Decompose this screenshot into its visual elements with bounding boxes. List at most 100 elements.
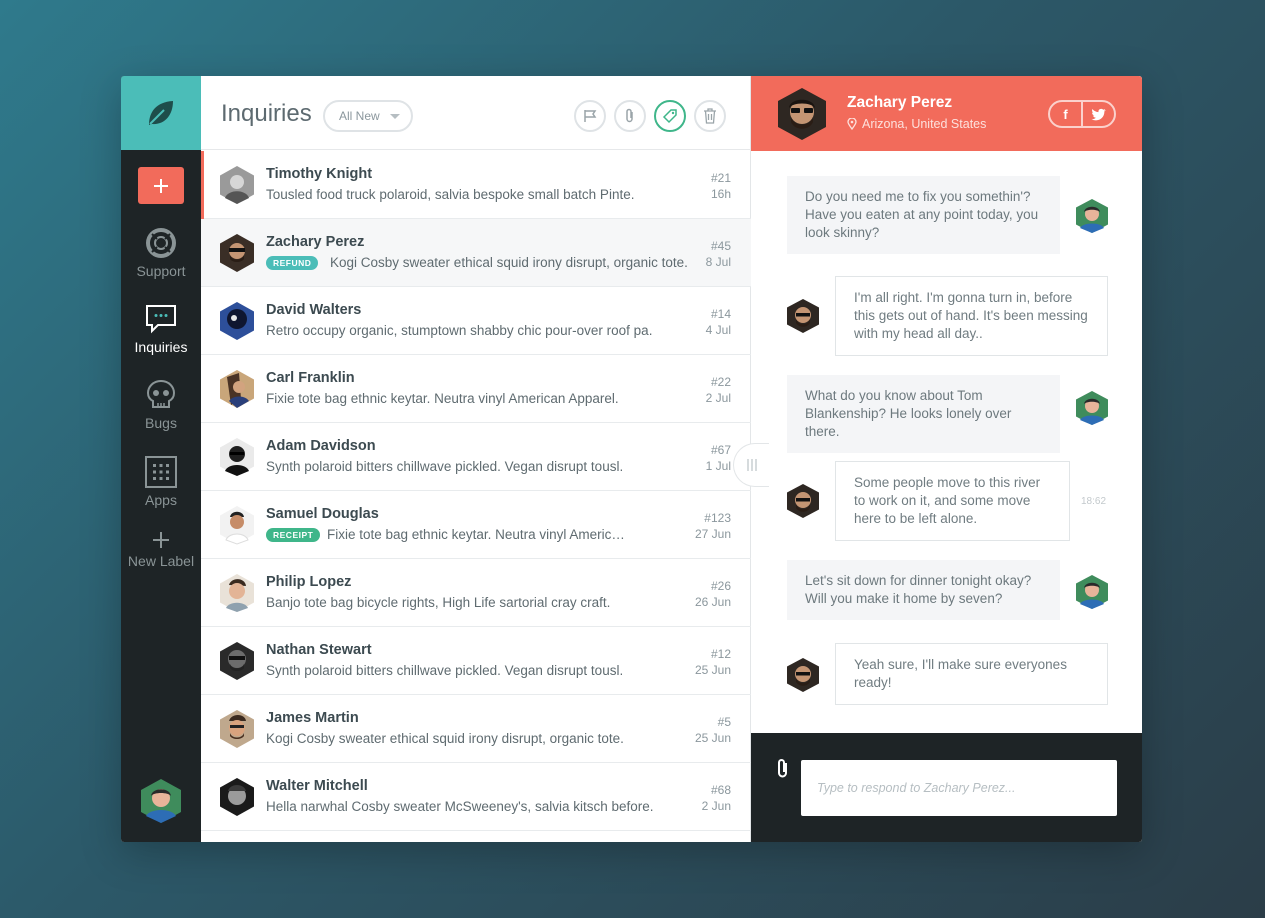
message-bubble-incoming: Some people move to this river to work o… — [835, 461, 1070, 541]
list-item[interactable]: David Walters Retro occupy organic, stum… — [201, 287, 751, 355]
facebook-button[interactable]: f — [1050, 102, 1083, 126]
ticket-date: 26 Jun — [694, 595, 731, 609]
panel-resize-handle[interactable] — [733, 443, 769, 487]
ticket-number: #12 — [710, 647, 731, 661]
lifebuoy-icon — [146, 228, 176, 258]
avatar — [220, 438, 254, 476]
trash-icon — [704, 108, 716, 124]
sidebar-item-label: Apps — [145, 492, 177, 508]
list-item[interactable]: Carl Franklin Fixie tote bag ethnic keyt… — [201, 355, 751, 423]
ticket-number: #67 — [710, 443, 731, 457]
page-title: Inquiries — [221, 100, 312, 127]
message-bubble-outgoing: Let's sit down for dinner tonight okay? … — [787, 560, 1060, 620]
paperclip-icon — [778, 759, 787, 778]
message-snippet: Fixie tote bag ethnic keytar. Neutra vin… — [266, 391, 619, 406]
sidebar-item-inquiries[interactable]: Inquiries — [121, 303, 201, 355]
chat-bubble-icon — [146, 305, 176, 334]
avatar — [220, 302, 254, 340]
list-item[interactable]: Zachary Perez REFUND Kogi Cosby sweater … — [201, 219, 751, 287]
ticket-date: 4 Jul — [705, 323, 731, 337]
sidebar-item-label: Support — [136, 263, 186, 279]
leaf-icon — [149, 101, 173, 125]
attach-file-button[interactable] — [775, 758, 791, 785]
avatar — [220, 710, 254, 748]
sender-name: Zachary Perez — [266, 234, 365, 250]
sidebar-item-label: Inquiries — [134, 339, 188, 355]
list-item[interactable]: Adam Davidson Synth polaroid bitters chi… — [201, 423, 751, 491]
avatar[interactable] — [140, 778, 182, 824]
attach-button[interactable] — [614, 100, 646, 132]
message-snippet: Tousled food truck polaroid, salvia besp… — [266, 187, 635, 202]
avatar — [220, 234, 254, 272]
message-bubble-incoming: Yeah sure, I'll make sure everyones read… — [835, 643, 1108, 705]
reply-input[interactable] — [801, 760, 1117, 816]
message-snippet: Retro occupy organic, stumptown shabby c… — [266, 323, 653, 338]
skull-icon — [146, 379, 176, 408]
ticket-date: 8 Jul — [705, 255, 731, 269]
filter-dropdown[interactable]: All New — [323, 100, 413, 132]
ticket-number: #26 — [710, 579, 731, 593]
conversation-header: Zachary Perez Arizona, United States f — [751, 76, 1142, 151]
sidebar-item-apps[interactable]: Apps — [121, 456, 201, 508]
ticket-number: #45 — [710, 239, 731, 253]
sender-name: Samuel Douglas — [266, 506, 379, 522]
message-snippet: Kogi Cosby sweater ethical squid irony d… — [266, 731, 624, 746]
avatar — [1076, 199, 1108, 233]
message-snippet: Hella narwhal Cosby sweater McSweeney's,… — [266, 799, 654, 814]
contact-location: Arizona, United States — [847, 117, 986, 131]
drag-handle-icon — [746, 459, 757, 471]
logo[interactable] — [121, 76, 201, 150]
social-links: f — [1048, 100, 1116, 128]
reply-composer — [751, 733, 1142, 842]
chevron-down-icon — [390, 114, 400, 119]
delete-button[interactable] — [694, 100, 726, 132]
list-item[interactable]: Nathan Stewart Synth polaroid bitters ch… — [201, 627, 751, 695]
sender-name: David Walters — [266, 302, 362, 318]
sidebar-item-new-label[interactable]: New Label — [121, 531, 201, 569]
avatar — [787, 299, 819, 333]
flag-button[interactable] — [574, 100, 606, 132]
tag-button[interactable] — [654, 100, 686, 132]
sender-name: Philip Lopez — [266, 574, 352, 590]
filter-value: All New — [339, 109, 380, 123]
refund-badge: REFUND — [266, 256, 319, 270]
app-window: Support Inquiries Bugs Apps New Label In… — [121, 76, 1142, 842]
list-item[interactable]: Walter Mitchell Hella narwhal Cosby swea… — [201, 763, 751, 831]
avatar — [778, 88, 826, 140]
sidebar-item-support[interactable]: Support — [121, 227, 201, 279]
paperclip-icon — [626, 108, 633, 123]
sidebar-item-label: New Label — [127, 553, 195, 569]
sender-name: Nathan Stewart — [266, 642, 372, 658]
message-snippet: Fixie tote bag ethnic keytar. Neutra vin… — [327, 527, 631, 542]
list-item[interactable]: James Martin Kogi Cosby sweater ethical … — [201, 695, 751, 763]
sidebar-item-bugs[interactable]: Bugs — [121, 379, 201, 431]
ticket-date: 25 Jun — [694, 663, 731, 677]
twitter-icon — [1091, 108, 1106, 120]
contact-name: Zachary Perez — [847, 94, 953, 111]
list-item[interactable]: Samuel Douglas RECEIPT Fixie tote bag et… — [201, 491, 751, 559]
ticket-number: #14 — [710, 307, 731, 321]
avatar — [220, 370, 254, 408]
message-bubble-incoming: I'm all right. I'm gonna turn in, before… — [835, 276, 1108, 356]
avatar — [787, 484, 819, 518]
ticket-number: #68 — [710, 783, 731, 797]
message-snippet: Banjo tote bag bicycle rights, High Life… — [266, 595, 611, 610]
add-button[interactable] — [138, 167, 184, 204]
location-pin-icon — [847, 118, 857, 130]
ticket-date: 16h — [710, 187, 731, 201]
receipt-badge: RECEIPT — [266, 528, 321, 542]
facebook-icon: f — [1063, 106, 1068, 122]
list-item[interactable]: Timothy Knight Tousled food truck polaro… — [201, 151, 751, 219]
ticket-date: 27 Jun — [694, 527, 731, 541]
grid-icon — [145, 456, 177, 488]
message-bubble-outgoing: What do you know about Tom Blankenship? … — [787, 375, 1060, 453]
sender-name: Adam Davidson — [266, 438, 376, 454]
avatar — [1076, 391, 1108, 425]
avatar — [220, 166, 254, 204]
twitter-button[interactable] — [1083, 102, 1114, 126]
message-snippet: Synth polaroid bitters chillwave pickled… — [266, 459, 624, 474]
ticket-date: 2 Jul — [705, 391, 731, 405]
message-bubble-outgoing: Do you need me to fix you somethin'? Hav… — [787, 176, 1060, 254]
list-item[interactable]: Philip Lopez Banjo tote bag bicycle righ… — [201, 559, 751, 627]
list-header: Inquiries All New — [201, 76, 750, 150]
